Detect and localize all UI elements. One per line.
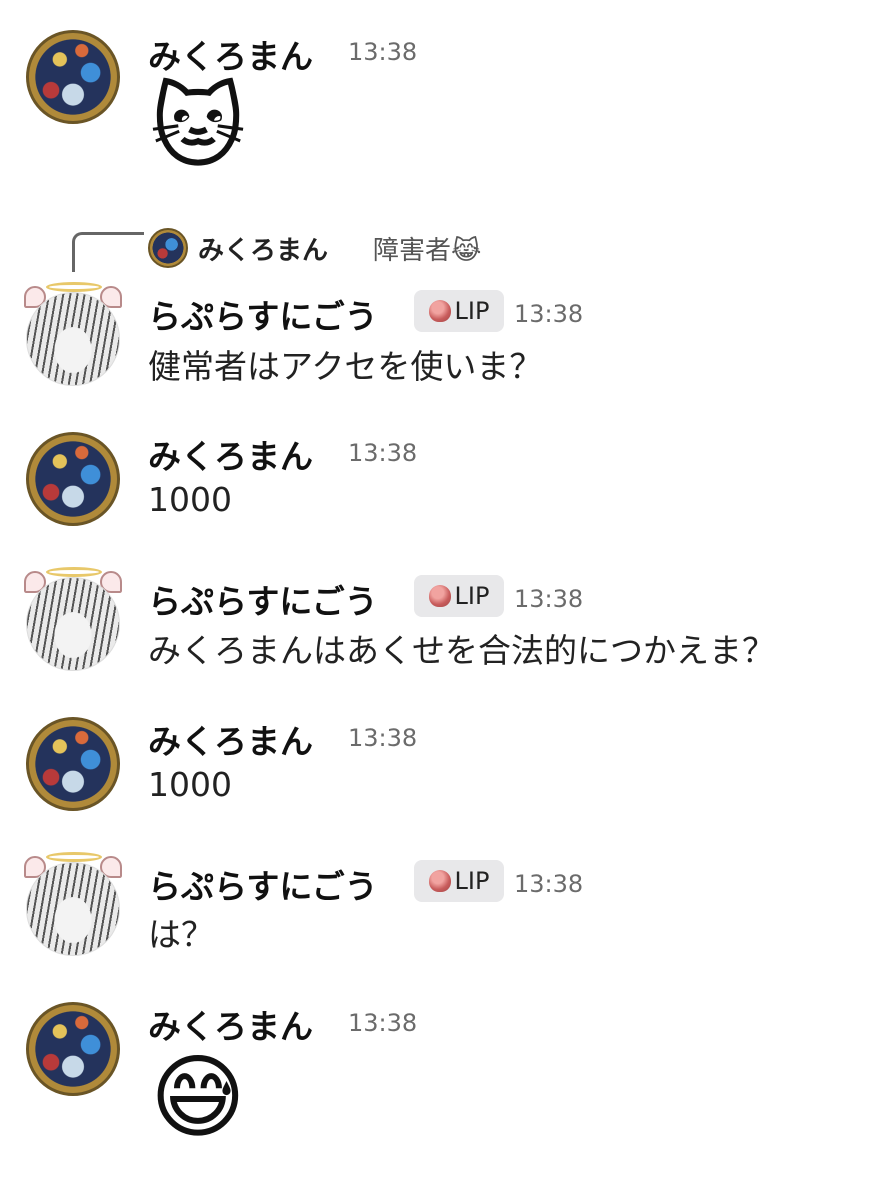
avatar-mikuroman[interactable] (26, 717, 120, 811)
lip-icon (428, 585, 451, 607)
timestamp: 13:38 (514, 870, 584, 898)
lip-icon (428, 300, 451, 322)
avatar-laplace[interactable] (26, 577, 120, 671)
cat-emoji: 🐱 (150, 74, 246, 181)
lip-icon (428, 870, 451, 892)
author-name[interactable]: みくろまん (148, 30, 313, 78)
halo-icon (46, 852, 102, 862)
reply-text: 障害者😹 (373, 236, 482, 266)
author-name[interactable]: みくろまん (148, 1000, 313, 1048)
timestamp: 13:38 (514, 585, 584, 613)
timestamp: 13:38 (348, 1009, 418, 1037)
halo-icon (46, 282, 102, 292)
role-badge[interactable]: LIP (414, 290, 504, 332)
author-name[interactable]: らぷらすにごう (148, 575, 378, 623)
halo-icon (46, 567, 102, 577)
message-text: 1000 (148, 480, 232, 519)
badge-label: LIP (454, 297, 490, 325)
message-text: 1000 (148, 765, 232, 804)
avatar-laplace[interactable] (26, 862, 120, 956)
author-name[interactable]: らぷらすにごう (148, 290, 378, 338)
avatar-mikuroman[interactable] (26, 30, 120, 124)
sweat-smile-emoji: 😅 (150, 1044, 246, 1151)
avatar-mikuroman[interactable] (26, 1002, 120, 1096)
reply-author-name: みくろまん (198, 236, 329, 266)
timestamp: 13:38 (348, 439, 418, 467)
message-text: みくろまんはあくせを合法的につかえま？ (148, 631, 775, 670)
avatar-laplace[interactable] (26, 292, 120, 386)
author-name[interactable]: らぷらすにごう (148, 860, 378, 908)
message-text: は？ (148, 915, 214, 954)
reply-connector-line (72, 232, 144, 272)
author-name[interactable]: みくろまん (148, 715, 313, 763)
timestamp: 13:38 (348, 38, 418, 66)
badge-label: LIP (454, 582, 490, 610)
timestamp: 13:38 (348, 724, 418, 752)
message-text: 健常者はアクセを使いま？ (148, 347, 543, 386)
role-badge[interactable]: LIP (414, 575, 504, 617)
badge-label: LIP (454, 867, 490, 895)
author-name[interactable]: みくろまん (148, 430, 313, 478)
reply-avatar (148, 228, 188, 268)
timestamp: 13:38 (514, 300, 584, 328)
role-badge[interactable]: LIP (414, 860, 504, 902)
avatar-mikuroman[interactable] (26, 432, 120, 526)
